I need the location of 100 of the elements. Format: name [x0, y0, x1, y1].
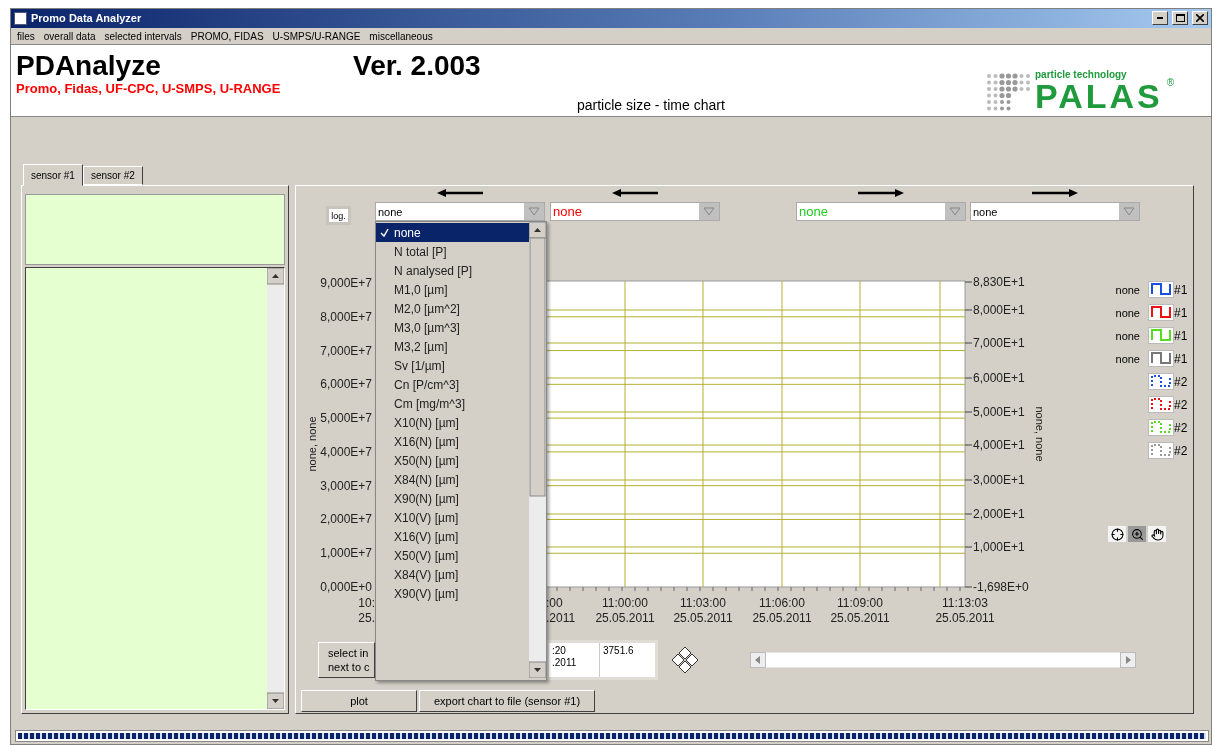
- right-arrow-icon: [858, 189, 904, 198]
- axis-tick-label: 25.05.2011: [752, 611, 812, 626]
- axis-tick-label: 2,000E+7: [320, 512, 372, 527]
- export-button[interactable]: export chart to file (sensor #1): [419, 690, 595, 713]
- axis-tick-label: 3,000E+1: [973, 473, 1025, 488]
- cursor-time-field: :20 .2011: [549, 643, 599, 678]
- menu-option[interactable]: X84(N) [µm]: [376, 470, 529, 490]
- menu-item[interactable]: selected intervals: [104, 30, 182, 42]
- axis-tick-label: 4,000E+1: [973, 438, 1025, 453]
- crosshair-tool[interactable]: [1108, 526, 1126, 543]
- line-style-swatch: [1148, 327, 1174, 345]
- logo-wordmark: PALAS: [1035, 80, 1163, 113]
- hand-tool[interactable]: [1148, 526, 1166, 543]
- window-title: Promo Data Analyzer: [31, 12, 143, 25]
- maximize-icon: [1175, 14, 1185, 23]
- menu-item[interactable]: U-SMPS/U-RANGE: [272, 30, 361, 42]
- menu-item[interactable]: files: [17, 30, 35, 42]
- menu-option[interactable]: X84(V) [µm]: [376, 565, 529, 585]
- axis-tick-label: 0,000E+0: [320, 580, 372, 595]
- axis-tick-label: 7,000E+7: [320, 343, 372, 358]
- device-list: Promo, Fidas, UF-CPC, U-SMPS, U-RANGE: [16, 81, 353, 97]
- axis-title: none, none: [1034, 406, 1046, 462]
- menu-option[interactable]: Cm [mg/m^3]: [376, 394, 529, 414]
- menu-item[interactable]: overall data: [43, 30, 96, 42]
- line-style-swatch: [1148, 281, 1174, 299]
- line-style-swatch: [1148, 396, 1174, 414]
- dropdown[interactable]: none: [375, 202, 545, 222]
- menu-option[interactable]: M3,2 [µm]: [376, 337, 529, 357]
- menu-item[interactable]: miscellaneous: [369, 30, 433, 42]
- axis-tick-label: 11:09:00: [837, 596, 883, 611]
- minimize-button[interactable]: [1152, 11, 1168, 26]
- caret-icon: [699, 203, 719, 221]
- menu-option[interactable]: X16(N) [µm]: [376, 432, 529, 452]
- axis-tick-label: 11:03:00: [680, 596, 726, 611]
- menu-option[interactable]: N total [P]: [376, 242, 529, 262]
- axis-tick-label: 10:: [358, 596, 375, 611]
- axis-tick-label: 4,000E+7: [320, 445, 372, 459]
- menu-option[interactable]: X16(V) [µm]: [376, 527, 529, 547]
- legend-sensor: #1: [1174, 351, 1188, 366]
- menu-option[interactable]: M3,0 [µm^3]: [376, 318, 529, 338]
- menu-option[interactable]: X90(N) [µm]: [376, 489, 529, 509]
- menu-option[interactable]: X10(V) [µm]: [376, 508, 529, 528]
- legend-sensor: #2: [1174, 420, 1188, 435]
- legend-sensor: #2: [1174, 443, 1188, 458]
- legend-label: none: [1114, 329, 1140, 342]
- version-label: Ver. 2.003: [353, 49, 482, 84]
- close-button[interactable]: [1192, 11, 1208, 26]
- axis-tick-label: 25.05.2011: [673, 611, 733, 626]
- left-arrow-icon: [437, 189, 483, 198]
- axis-tick-label: 5,000E+7: [320, 411, 372, 426]
- axis-tick-label: :00: [546, 596, 563, 611]
- menu-option[interactable]: Cn [P/cm^3]: [376, 375, 529, 395]
- horizontal-scrollbar[interactable]: [750, 652, 1136, 669]
- line-style-swatch: [1148, 304, 1174, 322]
- scrollbar[interactable]: [267, 268, 284, 710]
- dropdown[interactable]: none: [970, 202, 1140, 222]
- axis-tick-label: 11:00:00: [602, 596, 648, 611]
- axis-tick-label: .2011: [546, 611, 576, 626]
- registered-mark: ®: [1166, 77, 1175, 89]
- menu-option[interactable]: X90(V) [µm]: [376, 584, 529, 604]
- axis-tick-label: 25.: [358, 611, 375, 626]
- legend-label: none: [1114, 306, 1140, 319]
- cursor-value-field: 3751.6: [599, 643, 655, 678]
- menu-option[interactable]: none: [376, 223, 529, 243]
- menu-option[interactable]: M1,0 [µm]: [376, 280, 529, 300]
- caret-icon: [1119, 203, 1139, 221]
- scrollbar[interactable]: [529, 222, 546, 679]
- axis-tick-label: 1,000E+1: [973, 540, 1025, 555]
- pan-arrows-icon[interactable]: [670, 645, 700, 676]
- menu-option[interactable]: X10(N) [µm]: [376, 413, 529, 433]
- axis-tick-label: 9,000E+7: [320, 276, 372, 291]
- menu-option[interactable]: M2,0 [µm^2]: [376, 299, 529, 319]
- caret-icon: [945, 203, 965, 221]
- menu-item[interactable]: PROMO, FIDAS: [190, 30, 264, 42]
- zoom-tool[interactable]: [1128, 526, 1146, 543]
- menu-option[interactable]: Sv [1/µm]: [376, 356, 529, 376]
- axis-tick-label: 7,000E+1: [973, 336, 1025, 351]
- axis-tick-label: 1,000E+7: [320, 546, 372, 561]
- axis-tick-label: 8,000E+7: [320, 309, 372, 324]
- legend-label: none: [1114, 283, 1140, 296]
- select-interval-button[interactable]: select in next to c: [318, 642, 375, 679]
- axis-tick-label: 25.05.2011: [935, 611, 995, 626]
- left-arrow-icon: [612, 189, 658, 198]
- app-icon: [14, 11, 27, 25]
- menu-option[interactable]: X50(N) [µm]: [376, 451, 529, 471]
- axis-tick-label: 2,000E+1: [973, 507, 1025, 522]
- menu-option[interactable]: X50(V) [µm]: [376, 546, 529, 566]
- menu-option[interactable]: N analysed [P]: [376, 261, 529, 281]
- logo-dots-icon: [985, 72, 1031, 113]
- tab[interactable]: sensor #1: [23, 164, 83, 187]
- plot-button[interactable]: plot: [301, 690, 417, 713]
- tab[interactable]: sensor #2: [82, 166, 143, 186]
- legend-label: none: [1114, 352, 1140, 365]
- log-scale-button[interactable]: log.: [326, 206, 351, 226]
- dropdown[interactable]: none: [550, 202, 720, 222]
- axis-tick-label: 3,000E+7: [320, 478, 372, 493]
- axis-tick-label: -1,698E+0: [973, 580, 1029, 595]
- legend-sensor: #1: [1174, 328, 1188, 343]
- maximize-button[interactable]: [1172, 11, 1188, 26]
- axis-tick-label: 5,000E+1: [973, 405, 1025, 420]
